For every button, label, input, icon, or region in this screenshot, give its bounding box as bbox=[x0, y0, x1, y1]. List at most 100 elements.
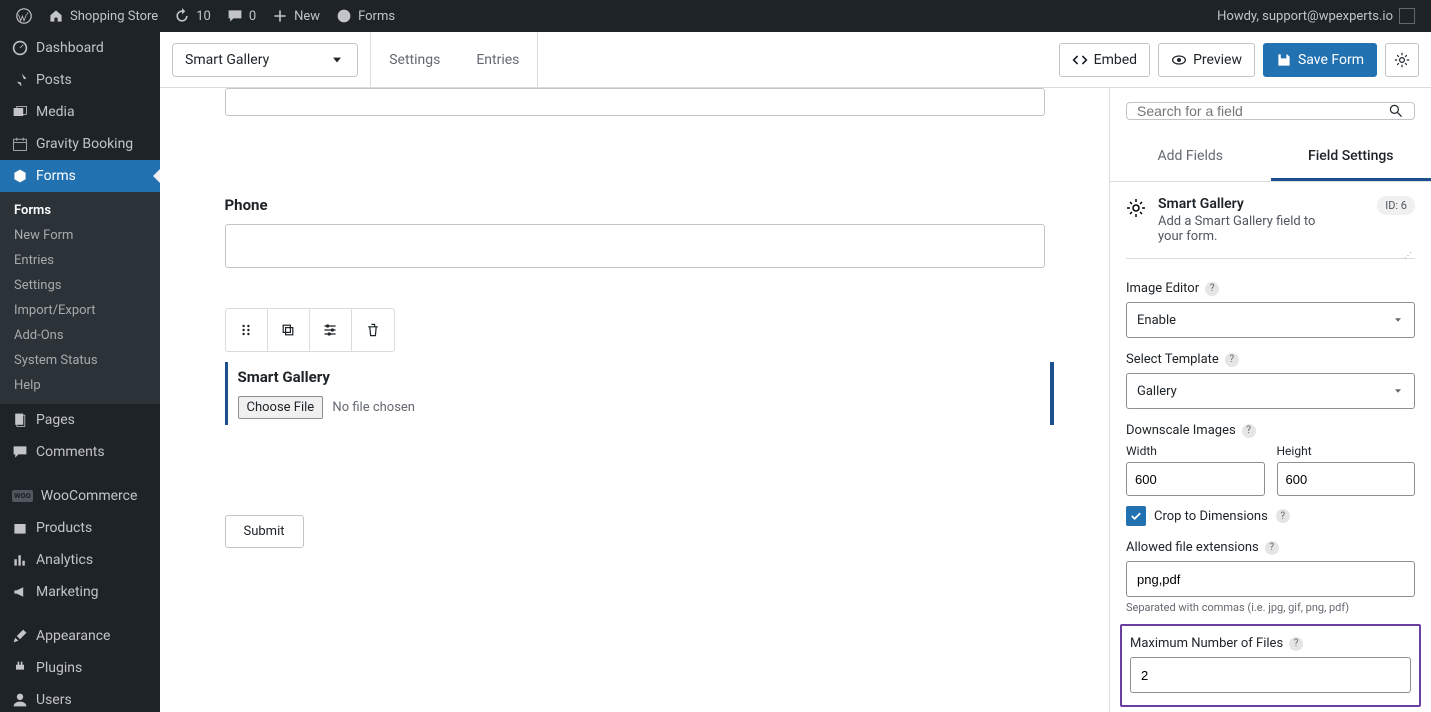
sidebar-item-marketing[interactable]: Marketing bbox=[0, 576, 160, 608]
help-icon[interactable]: ? bbox=[1276, 509, 1290, 523]
select-template-select[interactable]: Gallery bbox=[1126, 373, 1415, 409]
field-settings-button[interactable] bbox=[310, 309, 352, 351]
sidebar-item-label: Media bbox=[36, 104, 75, 120]
sidebar-item-forms[interactable]: Forms bbox=[0, 160, 160, 192]
help-icon[interactable]: ? bbox=[1205, 282, 1219, 296]
drag-icon bbox=[238, 322, 254, 338]
form-toolbar: Smart Gallery Settings Entries Embed Pre… bbox=[160, 32, 1431, 88]
phone-field: Phone bbox=[225, 196, 1045, 268]
comments-link[interactable]: 0 bbox=[219, 0, 264, 32]
help-icon[interactable]: ? bbox=[1289, 637, 1303, 651]
height-input[interactable] bbox=[1277, 462, 1416, 496]
form-switcher-label: Smart Gallery bbox=[185, 52, 269, 68]
sidebar-item-pages[interactable]: Pages bbox=[0, 404, 160, 436]
embed-button[interactable]: Embed bbox=[1059, 43, 1150, 77]
user-icon bbox=[12, 692, 28, 708]
allowed-ext-hint: Separated with commas (i.e. jpg, gif, pn… bbox=[1126, 601, 1415, 614]
plus-icon bbox=[272, 8, 288, 24]
howdy-link[interactable]: Howdy, support@wpexperts.io bbox=[1209, 0, 1423, 32]
width-input[interactable] bbox=[1126, 462, 1265, 496]
max-files-input[interactable] bbox=[1130, 657, 1411, 693]
sidebar-item-analytics[interactable]: Analytics bbox=[0, 544, 160, 576]
resize-handle[interactable]: ⋰ bbox=[1404, 251, 1412, 260]
new-link[interactable]: New bbox=[264, 0, 328, 32]
sidebar-item-comments[interactable]: Comments bbox=[0, 436, 160, 468]
submenu-label: Add-Ons bbox=[14, 328, 64, 343]
editor-tabs: Settings Entries bbox=[370, 32, 538, 87]
sidebar-item-posts[interactable]: Posts bbox=[0, 64, 160, 96]
label-text: Select Template bbox=[1126, 352, 1219, 367]
tab-label: Settings bbox=[389, 52, 440, 68]
crop-checkbox[interactable] bbox=[1126, 506, 1146, 526]
image-editor-select[interactable]: Enable bbox=[1126, 302, 1415, 338]
sidebar-item-label: Products bbox=[36, 520, 92, 536]
smart-gallery-field[interactable]: Smart Gallery Choose File No file chosen bbox=[225, 362, 1045, 425]
drag-handle[interactable] bbox=[226, 309, 268, 351]
sidebar-item-users[interactable]: Users bbox=[0, 684, 160, 712]
submenu-entries[interactable]: Entries bbox=[0, 248, 160, 273]
preview-button[interactable]: Preview bbox=[1158, 43, 1255, 77]
comment-icon bbox=[12, 444, 28, 460]
smart-gallery-label: Smart Gallery bbox=[238, 368, 1045, 386]
field-search[interactable] bbox=[1126, 102, 1415, 120]
form-canvas: Phone Smart Gallery Choose File No f bbox=[160, 88, 1109, 712]
form-settings-button[interactable] bbox=[1385, 43, 1419, 77]
help-icon[interactable]: ? bbox=[1225, 353, 1239, 367]
duplicate-button[interactable] bbox=[268, 309, 310, 351]
sidebar-item-appearance[interactable]: Appearance bbox=[0, 620, 160, 652]
sidebar-item-products[interactable]: Products bbox=[0, 512, 160, 544]
field-search-input[interactable] bbox=[1137, 103, 1388, 119]
label-text: Maximum Number of Files bbox=[1130, 636, 1283, 651]
phone-input[interactable] bbox=[225, 224, 1045, 268]
gear-icon bbox=[1126, 198, 1146, 218]
previous-field-input[interactable] bbox=[225, 88, 1045, 116]
submenu-new-form[interactable]: New Form bbox=[0, 223, 160, 248]
refresh-link[interactable]: 10 bbox=[166, 0, 219, 32]
chevron-down-icon bbox=[1392, 314, 1404, 326]
submenu-forms[interactable]: Forms bbox=[0, 198, 160, 223]
chevron-down-icon bbox=[1392, 385, 1404, 397]
tab-add-fields[interactable]: Add Fields bbox=[1110, 134, 1271, 181]
save-icon bbox=[1276, 52, 1292, 68]
submenu-help[interactable]: Help bbox=[0, 373, 160, 398]
forms-link[interactable]: Forms bbox=[328, 0, 403, 32]
site-name-link[interactable]: Shopping Store bbox=[40, 0, 166, 32]
allowed-ext-input[interactable] bbox=[1126, 561, 1415, 597]
megaphone-icon bbox=[12, 584, 28, 600]
sidebar-item-dashboard[interactable]: Dashboard bbox=[0, 32, 160, 64]
sidebar-item-gravity-booking[interactable]: Gravity Booking bbox=[0, 128, 160, 160]
select-value: Gallery bbox=[1137, 384, 1177, 399]
submenu-label: Entries bbox=[14, 253, 54, 268]
new-label: New bbox=[294, 9, 320, 24]
tab-entries[interactable]: Entries bbox=[458, 32, 537, 87]
duplicate-icon bbox=[280, 322, 296, 338]
tab-field-settings[interactable]: Field Settings bbox=[1271, 134, 1431, 181]
submenu-system-status[interactable]: System Status bbox=[0, 348, 160, 373]
howdy-text: Howdy, support@wpexperts.io bbox=[1217, 9, 1393, 24]
panel-tabs: Add Fields Field Settings bbox=[1110, 134, 1431, 182]
form-switcher[interactable]: Smart Gallery bbox=[172, 43, 358, 77]
sidebar-item-media[interactable]: Media bbox=[0, 96, 160, 128]
tab-settings[interactable]: Settings bbox=[371, 32, 458, 87]
pages-icon bbox=[12, 412, 28, 428]
choose-file-button[interactable]: Choose File bbox=[238, 396, 324, 419]
sidebar-item-woocommerce[interactable]: wooWooCommerce bbox=[0, 480, 160, 512]
gear-icon bbox=[1394, 52, 1410, 68]
max-files-highlight: Maximum Number of Files ? bbox=[1120, 624, 1421, 707]
refresh-icon bbox=[174, 8, 190, 24]
analytics-icon bbox=[12, 552, 28, 568]
submenu-add-ons[interactable]: Add-Ons bbox=[0, 323, 160, 348]
submenu-settings[interactable]: Settings bbox=[0, 273, 160, 298]
comments-count: 0 bbox=[249, 9, 256, 24]
forms-label: Forms bbox=[358, 9, 395, 24]
help-icon[interactable]: ? bbox=[1242, 424, 1256, 438]
save-form-button[interactable]: Save Form bbox=[1263, 43, 1377, 77]
submit-button[interactable]: Submit bbox=[225, 515, 304, 548]
no-file-text: No file chosen bbox=[332, 400, 415, 415]
wp-adminbar: Shopping Store 10 0 New Forms Howdy, sup… bbox=[0, 0, 1431, 32]
delete-button[interactable] bbox=[352, 309, 394, 351]
wp-logo[interactable] bbox=[8, 0, 40, 32]
submenu-import-export[interactable]: Import/Export bbox=[0, 298, 160, 323]
help-icon[interactable]: ? bbox=[1265, 541, 1279, 555]
sidebar-item-plugins[interactable]: Plugins bbox=[0, 652, 160, 684]
